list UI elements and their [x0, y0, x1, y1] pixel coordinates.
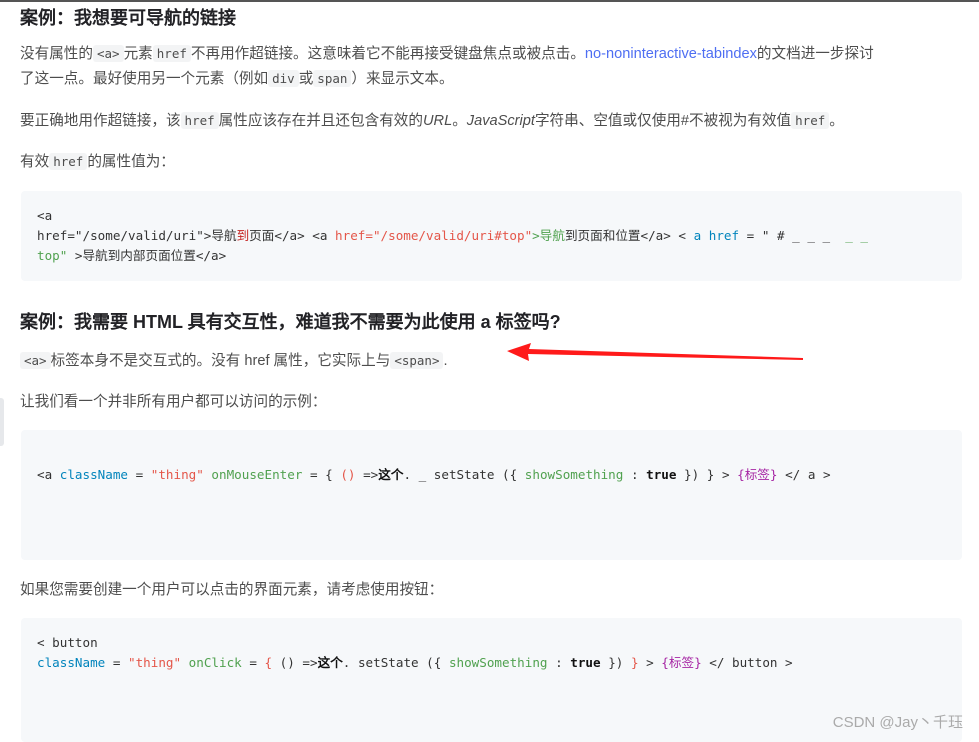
side-collapse-tab[interactable]	[0, 398, 4, 446]
inline-code: href	[180, 112, 219, 129]
code-line: < button	[37, 635, 98, 650]
paragraph: 没有属性的 <a> 元素 href 不再用作超链接。这意味着它不能再接受键盘焦点或被点击…	[20, 45, 874, 62]
inline-code: span	[313, 70, 352, 87]
top-border	[0, 0, 979, 2]
section-title: 案例：我想要可导航的链接	[20, 8, 236, 28]
paragraph: 有效 href 的属性值为：	[20, 153, 175, 170]
watermark: CSDN @Jay丶千珏	[832, 714, 963, 731]
inline-code: <span>	[390, 352, 444, 369]
paragraph: <a> 标签本身不是交互式的。没有 href 属性，它实际上与 <span>.	[20, 348, 448, 374]
paragraph: 如果您需要创建一个用户可以点击的界面元素，请考虑使用按钮：	[20, 582, 444, 598]
code-line: href="/some/valid/uri">导航到页面</a> <a href…	[37, 228, 868, 243]
code-line: <a className = "thing" onMouseEnter = { …	[37, 467, 831, 482]
doc-link[interactable]: no-noninteractive-tabindex	[585, 46, 757, 62]
inline-code: <a>	[92, 45, 124, 62]
paragraph: 了这一点。最好使用另一个元素（例如 div 或 span ）来显示文本。	[20, 70, 454, 87]
paragraph: 让我们看一个并非所有用户都可以访问的示例：	[20, 394, 327, 410]
code-block: <a className = "thing" onMouseEnter = { …	[21, 430, 962, 560]
code-block: <a href="/some/valid/uri">导航到页面</a> <a h…	[21, 191, 962, 281]
inline-code: div	[268, 70, 299, 87]
code-line: <a	[37, 208, 53, 223]
inline-code: <a>	[20, 352, 51, 369]
paragraph: 要正确地用作超链接，该 href 属性应该存在并且还包含有效的URL。JavaScr…	[20, 112, 844, 129]
inline-code: href	[49, 153, 88, 170]
annotation-arrow-icon	[507, 343, 803, 361]
inline-code: href	[791, 112, 830, 129]
section-title: 案例：我需要 HTML 具有交互性，难道我不需要为此使用 a 标签吗?	[20, 312, 561, 332]
inline-code: href	[152, 45, 191, 62]
code-line: top" >导航到内部页面位置</a>	[37, 248, 227, 263]
code-block: < button className = "thing" onClick = {…	[21, 618, 962, 742]
code-line: className = "thing" onClick = { () =>这个.…	[37, 655, 793, 670]
